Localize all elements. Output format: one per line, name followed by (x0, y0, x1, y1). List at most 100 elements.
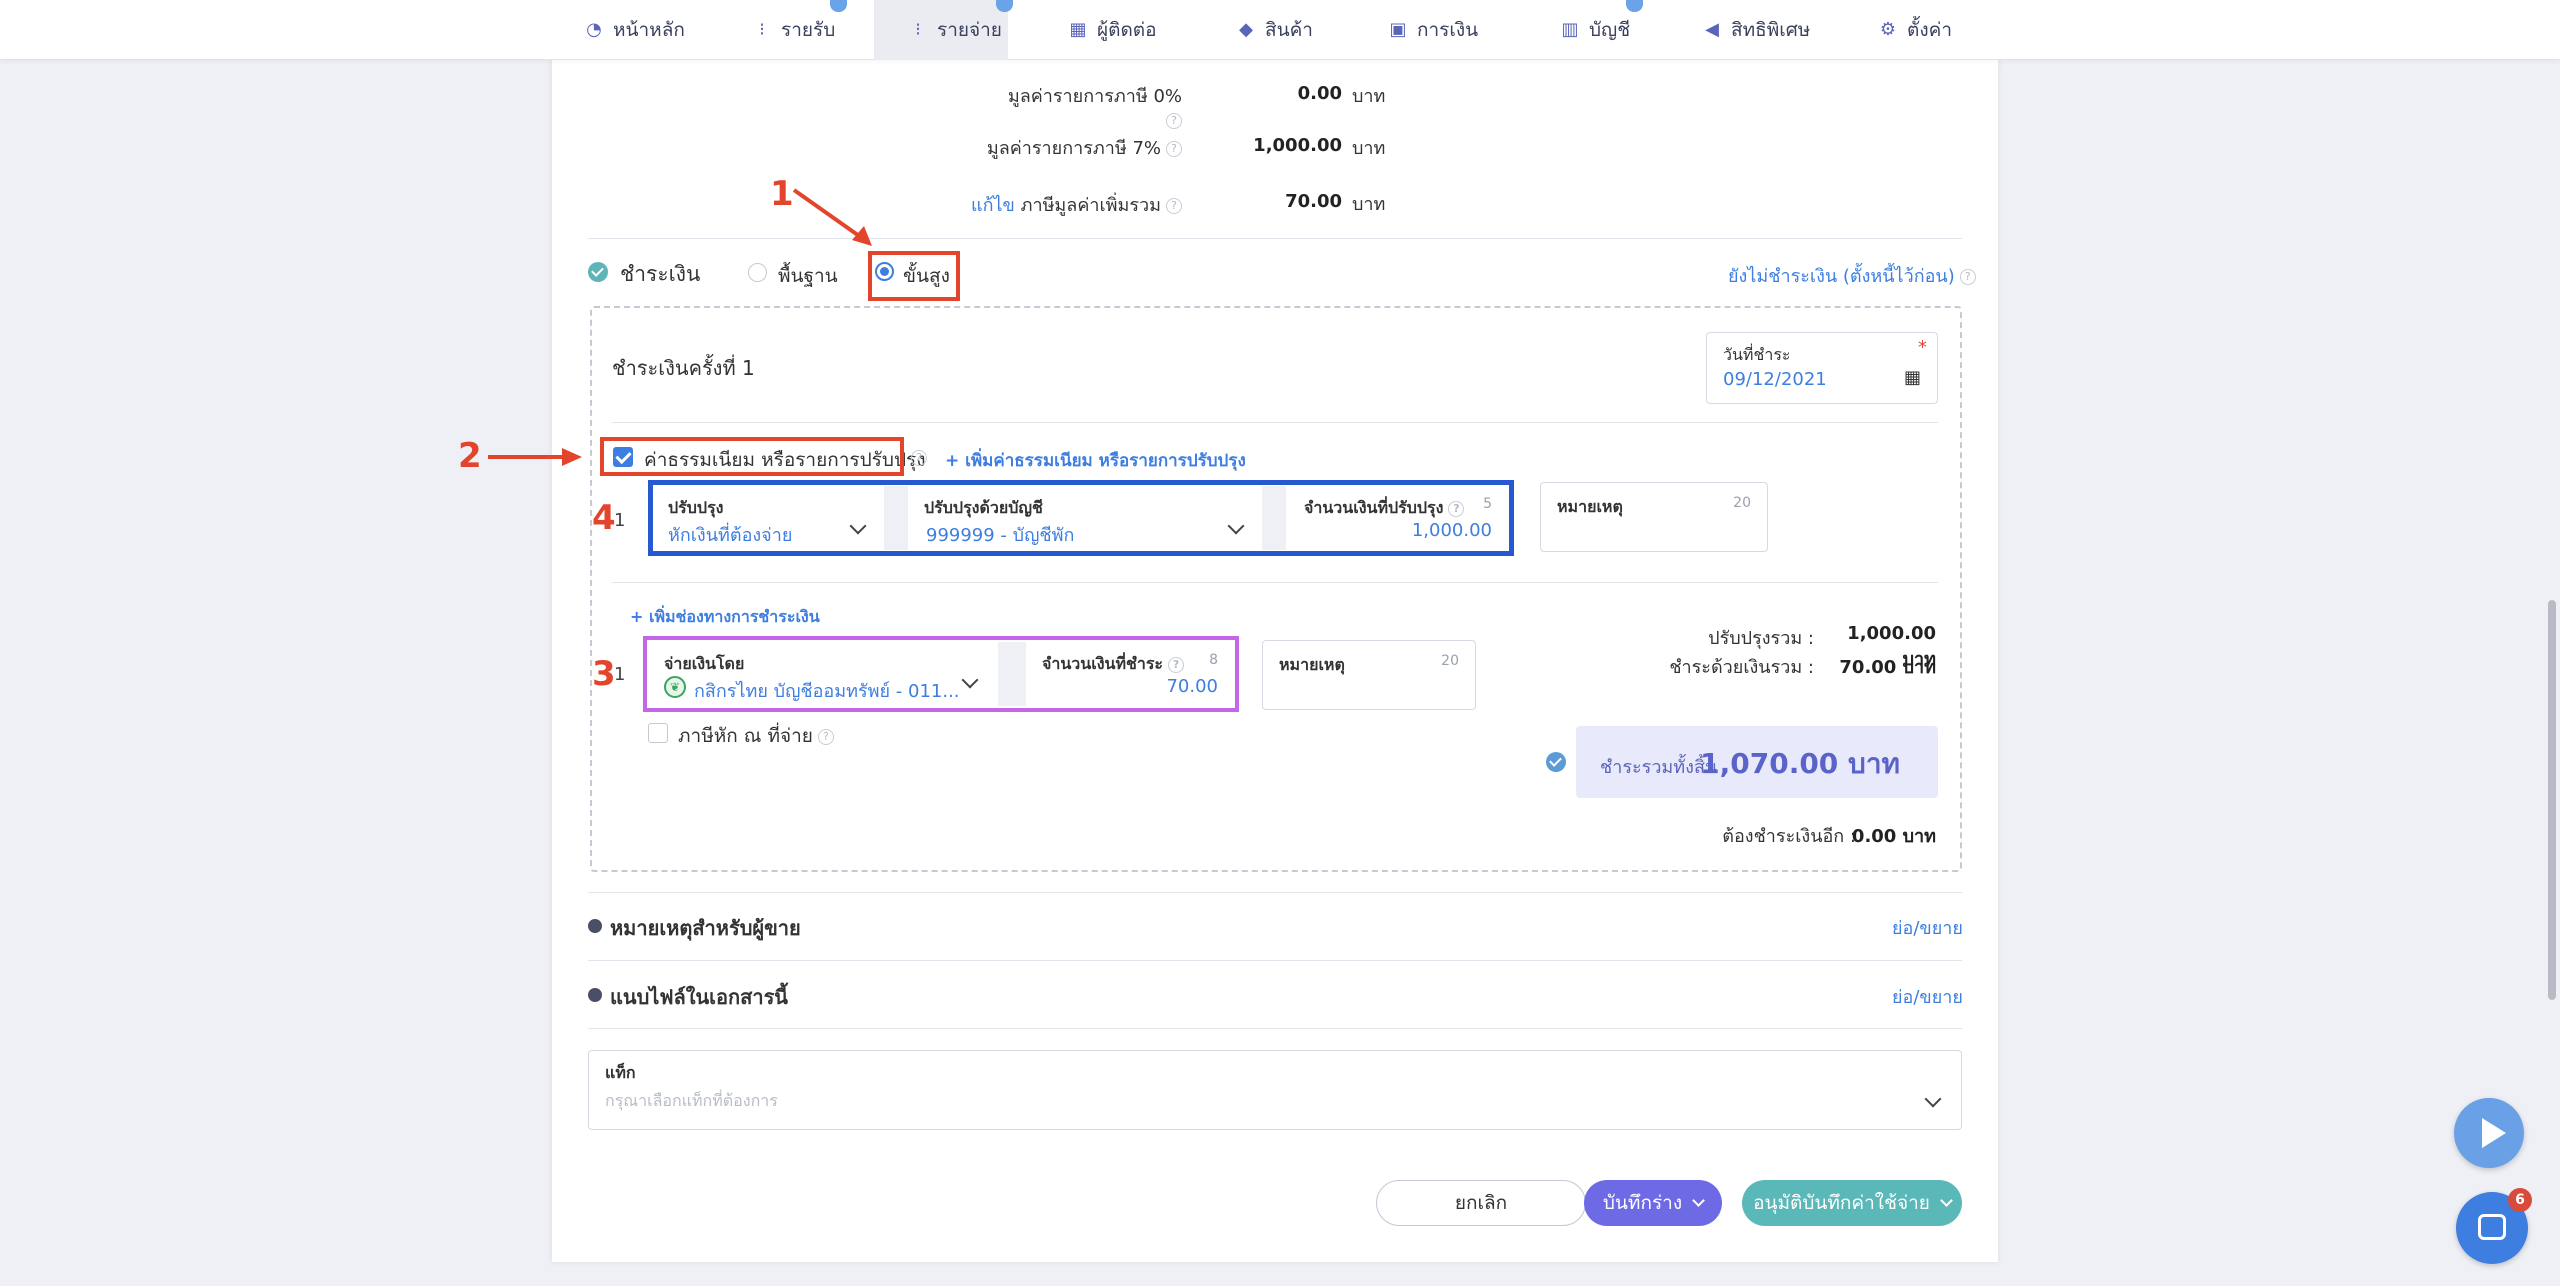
section-bullet (588, 919, 602, 933)
vat-total-value: 70.00 (1285, 191, 1342, 212)
play-icon (2482, 1118, 2506, 1148)
nav-expense-label: รายจ่าย (937, 19, 1002, 41)
new-badge (1626, 0, 1643, 12)
help-icon[interactable]: ? (1166, 141, 1182, 157)
divider (612, 422, 1938, 423)
required-asterisk: * (1918, 337, 1927, 358)
annotation-number-3: 3 (592, 654, 616, 694)
chevron-down-icon (1940, 1194, 1953, 1207)
payment-note-input[interactable]: หมายเหตุ 20 (1262, 640, 1476, 710)
grand-total-box: ชำระรวมทั้งสิ้น 1,070.00 บาท (1576, 726, 1938, 798)
annotation-box-4 (648, 480, 1514, 556)
divider (588, 892, 1962, 893)
chevron-down-icon (1692, 1194, 1705, 1207)
nav-accounting-label: บัญชี (1589, 19, 1631, 41)
nav-settings[interactable]: ⚙ ตั้งค่า (1878, 0, 1952, 60)
note-counter: 20 (1441, 653, 1459, 669)
nav-income[interactable]: ⁝ รายรับ (752, 0, 847, 60)
vat0-value: 0.00 (1297, 83, 1342, 104)
approve-button[interactable]: อนุมัติบันทึกค่าใช้จ่าย (1742, 1180, 1962, 1226)
add-payment-channel-link[interactable]: + เพิ่มช่องทางการชำระเงิน (630, 605, 820, 630)
annotation-box-2 (600, 437, 904, 476)
grand-total-value: 1,070.00 บาท (1700, 747, 1900, 780)
annotation-box-1 (868, 251, 960, 301)
annotation-box-3 (643, 636, 1239, 712)
building-icon: ▦ (1069, 19, 1087, 40)
nav-contacts-label: ผู้ติดต่อ (1097, 19, 1157, 41)
nav-privileges-label: สิทธิพิเศษ (1731, 19, 1811, 41)
nav-accounting[interactable]: ▥ บัญชี (1560, 0, 1643, 60)
list-sort-icon: ⁝ (759, 19, 765, 40)
adjustment-note-input[interactable]: หมายเหตุ 20 (1540, 482, 1768, 552)
currency-label: บาท (1352, 194, 1386, 215)
radio-basic-label[interactable]: พื้นฐาน (778, 261, 838, 291)
remaining-label: ต้องชำระเงินอีก : (1722, 826, 1856, 847)
tags-label: แท็ก (605, 1063, 636, 1082)
payment-date-value: 09/12/2021 (1723, 369, 1827, 390)
nav-contacts[interactable]: ▦ ผู้ติดต่อ (1068, 0, 1157, 60)
payment-title: ชำระเงิน (620, 262, 701, 286)
nav-products[interactable]: ◆ สินค้า (1236, 0, 1313, 60)
money-icon: ▣ (1389, 19, 1407, 40)
section-bullet (588, 988, 602, 1002)
unpaid-link[interactable]: ยังไม่ชำระเงิน (ตั้งหนี้ไว้ก่อน)? (1728, 261, 1976, 290)
nav-home[interactable]: ◔ หน้าหลัก (584, 0, 685, 60)
help-icon[interactable]: ? (911, 450, 927, 466)
adjustment-total-label: ปรับปรุงรวม : (1708, 628, 1814, 649)
payment-date-label: วันที่ชำระ (1723, 345, 1791, 364)
seller-note-section-title: หมายเหตุสำหรับผู้ขาย (610, 916, 801, 940)
nav-income-label: รายรับ (781, 19, 836, 41)
payment-date-field[interactable]: วันที่ชำระ 09/12/2021 * ▦ (1706, 332, 1938, 404)
payment-row-index: 1 (614, 664, 626, 685)
approve-label: อนุมัติบันทึกค่าใช้จ่าย (1753, 1192, 1930, 1214)
attach-toggle[interactable]: ย่อ/ขยาย (1892, 982, 1963, 1011)
note-counter: 20 (1733, 495, 1751, 511)
nav-finance-label: การเงิน (1417, 19, 1479, 41)
help-icon[interactable]: ? (1166, 198, 1182, 214)
nav-settings-label: ตั้งค่า (1907, 19, 1952, 41)
installment-title: ชำระเงินครั้งที่ 1 (612, 356, 755, 380)
nav-finance[interactable]: ▣ การเงิน (1388, 0, 1478, 60)
edit-vat-link[interactable]: แก้ไข (971, 195, 1015, 216)
total-check-icon (1546, 752, 1566, 772)
divider (588, 960, 1962, 961)
nav-expense[interactable]: ⁝ รายจ่าย (874, 0, 1013, 60)
chat-icon (2478, 1214, 2506, 1240)
divider (588, 1028, 1962, 1029)
top-navigation: ◔ หน้าหลัก ⁝ รายรับ ⁝ รายจ่าย ▦ ผู้ติดต่… (0, 0, 2560, 60)
help-icon[interactable]: ? (1166, 113, 1182, 129)
wht-label[interactable]: ภาษีหัก ณ ที่จ่าย? (678, 721, 834, 751)
currency-label: บาท (1352, 86, 1386, 107)
list-sort-icon: ⁝ (915, 19, 921, 40)
box-icon: ◆ (1239, 19, 1253, 40)
calendar-icon[interactable]: ▦ (1904, 367, 1921, 388)
vat0-label: มูลค่ารายการภาษี 0%? (1007, 86, 1182, 129)
radio-basic[interactable] (748, 263, 767, 282)
chat-unread-badge: 6 (2508, 1188, 2532, 1212)
note-label: หมายเหตุ (1557, 497, 1623, 516)
paid-total-label: ชำระด้วยเงินรวม : (1669, 657, 1814, 678)
add-fee-link[interactable]: + เพิ่มค่าธรรมเนียม หรือรายการปรับปรุง (945, 447, 1246, 474)
annotation-arrow-2 (488, 448, 582, 466)
annotation-arrow-1 (792, 188, 872, 246)
seller-note-toggle[interactable]: ย่อ/ขยาย (1892, 913, 1963, 942)
adjustment-row-index: 1 (614, 510, 626, 531)
vat-total-label: แก้ไข ภาษีมูลค่าเพิ่มรวม? (970, 190, 1182, 219)
save-draft-button[interactable]: บันทึกร่าง (1584, 1180, 1722, 1226)
tags-select[interactable]: แท็ก กรุณาเลือกแท็กที่ต้องการ (588, 1050, 1962, 1130)
currency-label: บาท (1352, 138, 1386, 159)
megaphone-icon: ◀ (1705, 19, 1719, 40)
nav-privileges[interactable]: ◀ สิทธิพิเศษ (1702, 0, 1810, 60)
video-tutorial-button[interactable] (2454, 1098, 2524, 1168)
cancel-button[interactable]: ยกเลิก (1376, 1180, 1586, 1226)
note-label: หมายเหตุ (1279, 655, 1345, 674)
vat7-label: มูลค่ารายการภาษี 7%? (970, 133, 1182, 162)
new-badge (830, 0, 847, 12)
annotation-number-2: 2 (458, 436, 482, 476)
payment-check-icon (588, 262, 608, 282)
divider (612, 582, 1938, 583)
nav-home-label: หน้าหลัก (613, 19, 685, 41)
wht-checkbox[interactable] (648, 723, 668, 743)
page-scrollbar[interactable] (2548, 600, 2556, 1000)
save-draft-label: บันทึกร่าง (1602, 1192, 1683, 1214)
